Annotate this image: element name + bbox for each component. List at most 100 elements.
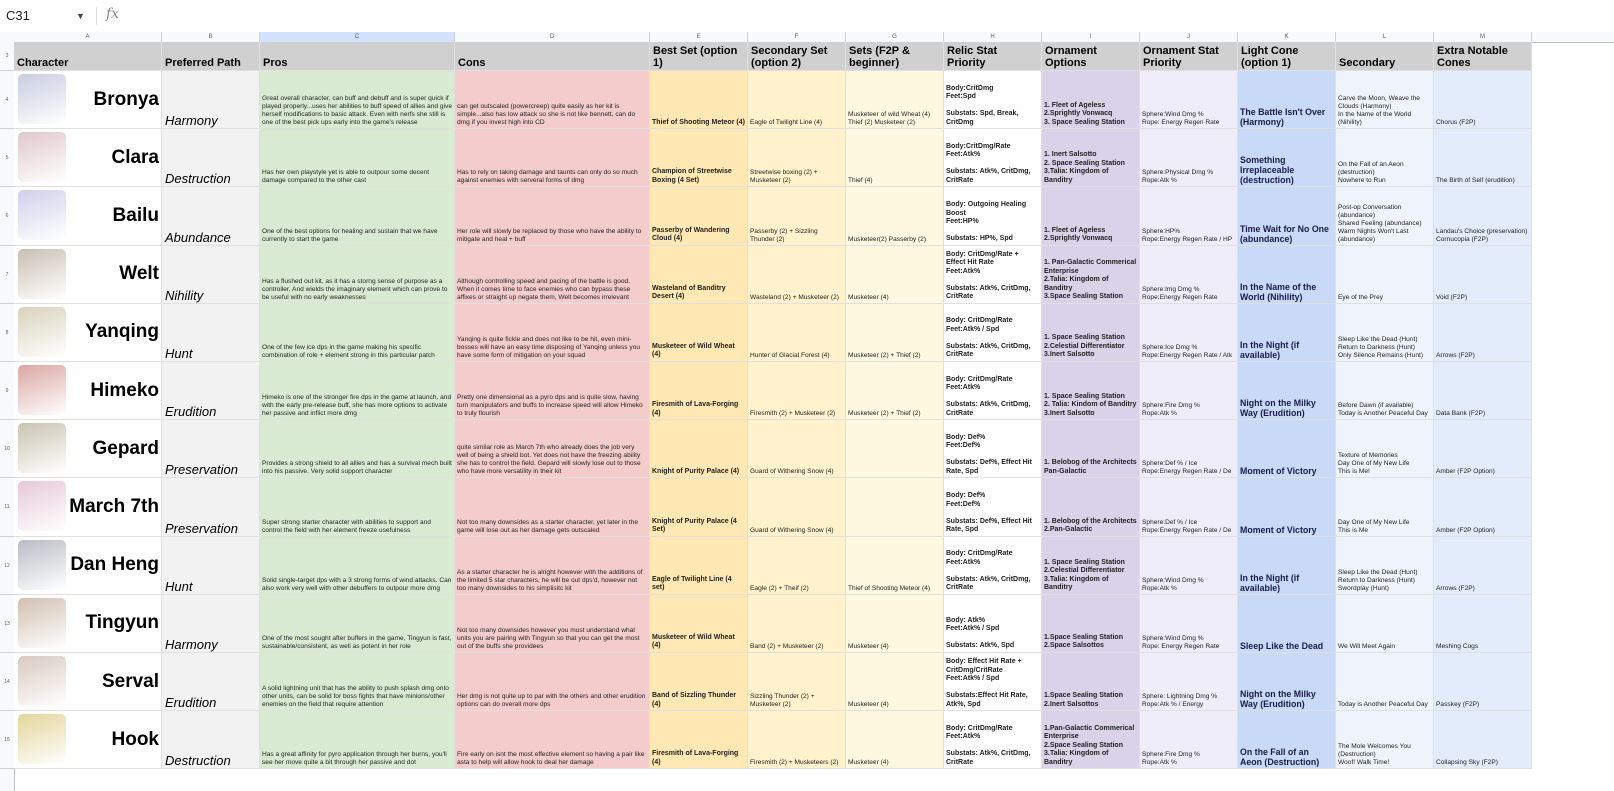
ornament-stat-cell[interactable]: Sphere:Def % / Ice Rope:Energy Regen Rat… [1140, 478, 1238, 537]
column-header-k[interactable]: K [1238, 32, 1336, 42]
header-ornament-stat-priority[interactable]: Ornament Stat Priority [1140, 42, 1238, 71]
cons-cell[interactable]: Has to rely on taking damage and taunts … [455, 129, 650, 188]
cons-cell[interactable]: As a starter character he is alright how… [455, 536, 650, 595]
character-name[interactable]: Yanqing [14, 303, 162, 362]
column-header-m[interactable]: M [1434, 32, 1532, 42]
f2p-sets-cell[interactable]: Musketeer (2) + Thief (2) [846, 362, 944, 421]
best-set-cell[interactable]: Eagle of Twilight Line (4 set) [650, 536, 748, 595]
pros-cell[interactable]: One of the best options for healing and … [260, 187, 455, 246]
secondary-set-cell[interactable]: Band (2) + Musketeer (2) [748, 594, 846, 653]
best-set-cell[interactable]: Band of Sizzling Thunder (4) [650, 653, 748, 712]
header-secondary-cone[interactable]: Secondary [1336, 42, 1434, 71]
column-header-e[interactable]: E [650, 32, 748, 42]
row-number[interactable]: 4 [0, 71, 14, 130]
relic-stat-cell[interactable]: Body: Def% Feet:Def% Substats: Def%, Eff… [944, 420, 1042, 479]
extra-cones-cell[interactable]: Meshing Cogs [1434, 594, 1532, 653]
extra-cones-cell[interactable]: Void (F2P) [1434, 245, 1532, 304]
ornament-options-cell[interactable]: 1.Space Sealing Station 2.Inert Salsotto… [1042, 653, 1140, 712]
preferred-path[interactable]: Preservation [162, 420, 260, 479]
ornament-options-cell[interactable]: 1. Fleet of Ageless 2.Sprightly Vonwacq [1042, 187, 1140, 246]
secondary-set-cell[interactable]: Hunter of Glacial Forest (4) [748, 303, 846, 362]
column-header-i[interactable]: I [1042, 32, 1140, 42]
pros-cell[interactable]: One of the most sought after buffers in … [260, 594, 455, 653]
secondary-set-cell[interactable]: Streetwise boxing (2) + Musketeer (2) [748, 129, 846, 188]
f2p-sets-cell[interactable]: Musketeer(2) Passerby (2) [846, 187, 944, 246]
preferred-path[interactable]: Destruction [162, 129, 260, 188]
header-ornament-options[interactable]: Ornament Options [1042, 42, 1140, 71]
secondary-cone-cell[interactable]: Day One of My New Life This is Me [1336, 478, 1434, 537]
header-extra-cones[interactable]: Extra Notable Cones [1434, 42, 1532, 71]
ornament-stat-cell[interactable]: Sphere:Wind Dmg % Rope: Energy Regen Rat… [1140, 71, 1238, 130]
header-sets-f2p[interactable]: Sets (F2P & beginner) [846, 42, 944, 71]
secondary-cone-cell[interactable]: Eye of the Prey [1336, 245, 1434, 304]
ornament-options-cell[interactable]: 1.Space Sealing Station 2.Space Salsotto… [1042, 594, 1140, 653]
header-character[interactable]: Character [14, 42, 162, 71]
secondary-set-cell[interactable]: Eagle (2) + Theif (2) [748, 536, 846, 595]
light-cone-cell[interactable]: Time Wait for No One (abundance) [1238, 187, 1336, 246]
row-number[interactable]: 9 [0, 362, 14, 421]
column-header-l[interactable]: L [1336, 32, 1434, 42]
secondary-cone-cell[interactable]: Sleep Like the Dead (Hunt) Return to Dar… [1336, 303, 1434, 362]
ornament-options-cell[interactable]: 1. Belobog of the Architects 2.Pan-Galac… [1042, 478, 1140, 537]
ornament-options-cell[interactable]: 1. Belobog of the Architects Pan-Galacti… [1042, 420, 1140, 479]
secondary-set-cell[interactable]: Firesmith (2) + Musketeer (2) [748, 362, 846, 421]
character-name[interactable]: Bailu [14, 187, 162, 246]
header-secondary-set[interactable]: Secondary Set (option 2) [748, 42, 846, 71]
ornament-stat-cell[interactable]: Sphere:Img Dmg % Rope:Energy Regen Rate [1140, 245, 1238, 304]
ornament-stat-cell[interactable]: Sphere:Fire Dmg % Rope:Atk % [1140, 362, 1238, 421]
secondary-cone-cell[interactable]: We Will Meet Again [1336, 594, 1434, 653]
ornament-stat-cell[interactable]: Sphere:Ice Dmg % Rope:Energy Regen Rate … [1140, 303, 1238, 362]
f2p-sets-cell[interactable]: Musketeer (4) [846, 711, 944, 770]
secondary-set-cell[interactable]: Guard of Withering Snow (4) [748, 478, 846, 537]
light-cone-cell[interactable]: Night on the Milky Way (Erudition) [1238, 362, 1336, 421]
ornament-stat-cell[interactable]: Sphere:Def % / Ice Rope:Energy Regen Rat… [1140, 420, 1238, 479]
light-cone-cell[interactable]: Sleep Like the Dead [1238, 594, 1336, 653]
pros-cell[interactable]: Has a flushed out kit, as it has a storn… [260, 245, 455, 304]
character-name[interactable]: Himeko [14, 362, 162, 421]
relic-stat-cell[interactable]: Body: Def% Feet:Def% Substats: Def%, Eff… [944, 478, 1042, 537]
preferred-path[interactable]: Preservation [162, 478, 260, 537]
preferred-path[interactable]: Abundance [162, 187, 260, 246]
extra-cones-cell[interactable]: Collapsing Sky (F2P) [1434, 711, 1532, 770]
row-number[interactable]: 12 [0, 537, 14, 595]
column-header-d[interactable]: D [455, 32, 650, 42]
character-name[interactable]: Serval [14, 653, 162, 712]
cons-cell[interactable]: Not too many downsides however you must … [455, 594, 650, 653]
header-light-cone[interactable]: Light Cone (option 1) [1238, 42, 1336, 71]
secondary-cone-cell[interactable]: Before Dawn (if available) Today is Anot… [1336, 362, 1434, 421]
relic-stat-cell[interactable]: Body:CritDmg Feet:Spd Substats: Spd, Bre… [944, 71, 1042, 130]
f2p-sets-cell[interactable] [846, 478, 944, 537]
best-set-cell[interactable]: Musketeer of Wild Wheat (4) [650, 594, 748, 653]
cons-cell[interactable]: Fire early on isnt the most effective el… [455, 711, 650, 770]
extra-cones-cell[interactable]: Amber (F2P Option) [1434, 478, 1532, 537]
pros-cell[interactable]: Has a great affinity for pyro applicatio… [260, 711, 455, 770]
row-number[interactable]: 10 [0, 420, 14, 479]
extra-cones-cell[interactable]: Amber (F2P Option) [1434, 420, 1532, 479]
relic-stat-cell[interactable]: Body: CritDmg/Rate Feet:Atk% / Spd Subst… [944, 303, 1042, 362]
cons-cell[interactable]: Her dmg is not quite up to par with the … [455, 653, 650, 712]
secondary-set-cell[interactable]: Wasteland (2) + Musketeer (2) [748, 245, 846, 304]
character-name[interactable]: Welt [14, 245, 162, 304]
relic-stat-cell[interactable]: Body: CritDmg/Rate Feet:Atk% Substats: A… [944, 711, 1042, 770]
preferred-path[interactable]: Nihility [162, 245, 260, 304]
relic-stat-cell[interactable]: Body: CritDmg/Rate + Effect Hit Rate Fee… [944, 245, 1042, 304]
light-cone-cell[interactable]: Night on the Milky Way (Erudition) [1238, 653, 1336, 712]
light-cone-cell[interactable]: The Battle Isn't Over (Harmony) [1238, 71, 1336, 130]
formula-input[interactable] [130, 5, 1610, 27]
best-set-cell[interactable]: Firesmith of Lava-Forging (4) [650, 362, 748, 421]
secondary-cone-cell[interactable]: Carve the Moon, Weave the Clouds (Harmon… [1336, 71, 1434, 130]
ornament-options-cell[interactable]: 1. Inert Salsotto 2. Space Sealing Stati… [1042, 129, 1140, 188]
light-cone-cell[interactable]: Something Irreplaceable (destruction) [1238, 129, 1336, 188]
header-cons[interactable]: Cons [455, 42, 650, 71]
secondary-cone-cell[interactable]: Texture of Memories Day One of My New Li… [1336, 420, 1434, 479]
secondary-cone-cell[interactable]: Post-op Conversation (abundance) Shared … [1336, 187, 1434, 246]
ornament-options-cell[interactable]: 1. Space Sealing Station 2.Celestial Dif… [1042, 536, 1140, 595]
ornament-stat-cell[interactable]: Sphere:Fire Dmg % Rope:Atk % [1140, 711, 1238, 770]
ornament-stat-cell[interactable]: Sphere:Wind Dmg % Rope: Energy Regen Rat… [1140, 594, 1238, 653]
best-set-cell[interactable]: Firesmith of Lava-Forging (4) [650, 711, 748, 770]
f2p-sets-cell[interactable]: Thief of Shooting Meteor (4) [846, 536, 944, 595]
extra-cones-cell[interactable]: Data Bank (F2P) [1434, 362, 1532, 421]
preferred-path[interactable]: Erudition [162, 362, 260, 421]
character-name[interactable]: Gepard [14, 420, 162, 479]
pros-cell[interactable]: Has her own playstyle yet is able to out… [260, 129, 455, 188]
